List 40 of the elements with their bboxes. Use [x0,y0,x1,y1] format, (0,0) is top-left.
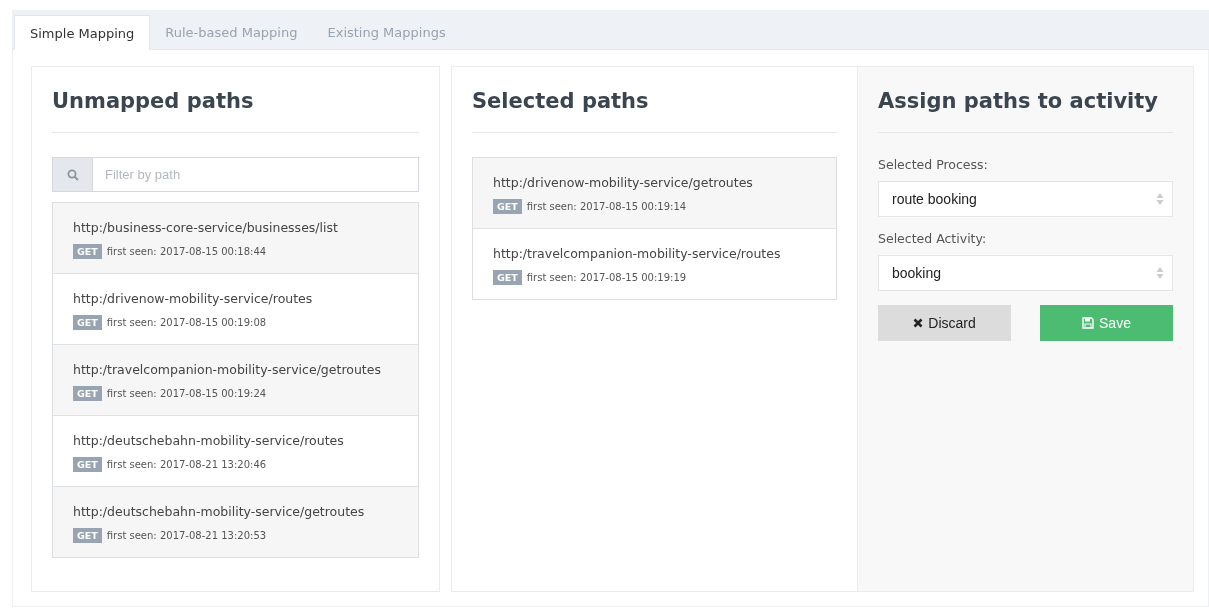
path-item[interactable]: http:/travelcompanion-mobility-service/routes GET first seen: 2017-08-15 00:19:19 [473,229,836,299]
select-field[interactable]: route booking [878,181,1173,217]
field-label: Selected Activity: [878,231,988,246]
first-seen-text: first seen: 2017-08-15 00:19:24 [106,388,267,399]
method-badge: GET [73,315,102,330]
path-item[interactable]: http:/drivenow-mobility-service/getroutes GET first seen: 2017-08-15 00:19:14 [473,158,836,229]
path-url: http:/travelcompanion-mobility-service/routes [493,246,782,261]
first-seen-text: first seen: 2017-08-15 00:18:44 [106,246,267,257]
panel-title: Unmapped paths [52,89,255,113]
panel-title: Assign paths to activity [878,89,1159,113]
path-item[interactable]: http:/business-core-service/businesses/list GET first seen: 2017-08-15 00:18:44 [53,203,418,274]
first-seen-text: first seen: 2017-08-15 00:19:08 [106,317,267,328]
first-seen-text: first seen: 2017-08-15 00:19:19 [526,272,687,283]
path-url: http:/drivenow-mobility-service/getroutes [493,175,754,190]
tab[interactable]: Simple Mapping [14,15,151,50]
first-seen-text: first seen: 2017-08-15 00:19:14 [526,201,687,212]
path-url: http:/drivenow-mobility-service/routes [73,291,314,306]
first-seen-text: first seen: 2017-08-21 13:20:53 [106,530,267,541]
sort-arrows-icon [1156,192,1164,206]
sort-arrows-icon [1156,266,1164,280]
method-badge: GET [73,528,102,543]
path-item[interactable]: http:/deutschebahn-mobility-service/getroutes GET first seen: 2017-08-21 13:20:53 [53,487,418,557]
field-label: Selected Process: [878,157,989,172]
method-badge: GET [493,270,522,285]
select-field[interactable]: booking [878,255,1173,291]
method-badge: GET [73,386,102,401]
close-icon [913,318,924,328]
discard-button[interactable]: Discard [878,305,1011,341]
path-item[interactable]: http:/travelcompanion-mobility-service/getroutes GET first seen: 2017-08-15 00:19:24 [53,345,418,416]
method-badge: GET [73,457,102,472]
search-field[interactable]: Filter by path [92,157,419,192]
path-url: http:/deutschebahn-mobility-service/getroutes [73,504,366,519]
path-url: http:/deutschebahn-mobility-service/routes [73,433,345,448]
first-seen-text: first seen: 2017-08-21 13:20:46 [106,459,267,470]
panel-title: Selected paths [472,89,650,113]
path-url: http:/business-core-service/businesses/list [73,220,339,235]
search-icon [52,157,92,192]
method-badge: GET [73,244,102,259]
path-url: http:/travelcompanion-mobility-service/getroutes [73,362,382,377]
method-badge: GET [493,199,522,214]
